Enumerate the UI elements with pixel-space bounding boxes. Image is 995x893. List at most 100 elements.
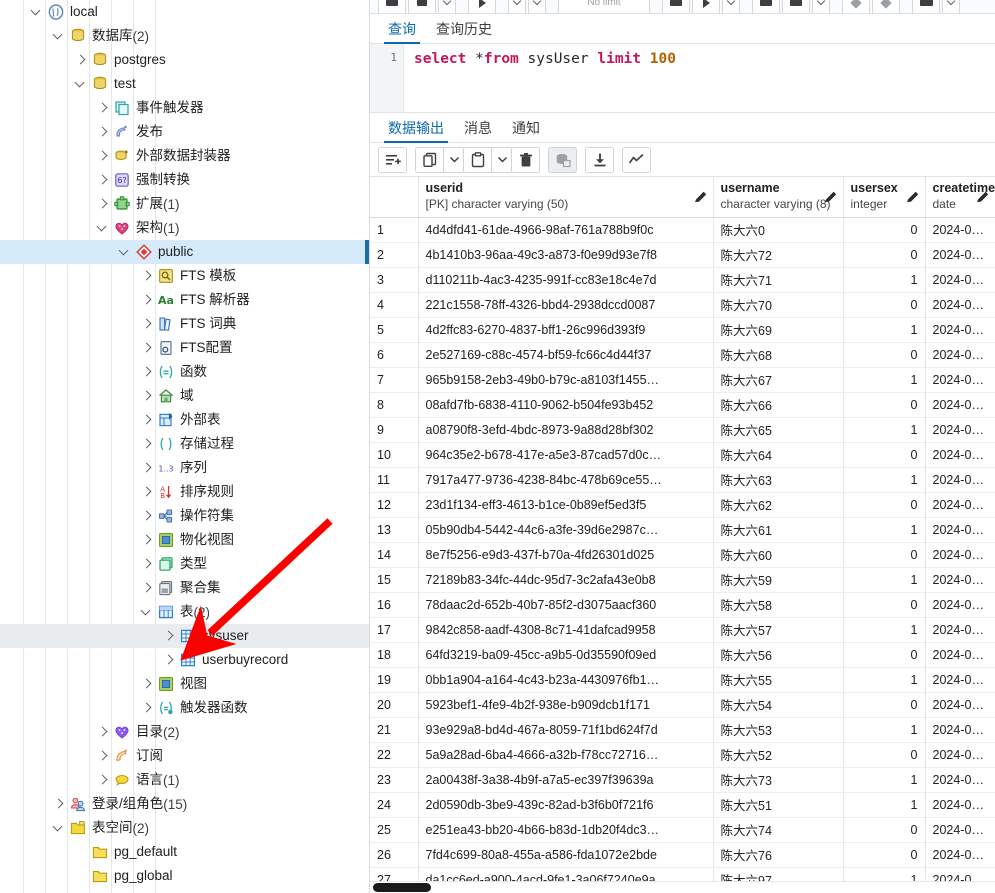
cell-createtime[interactable]: 2024-03-05 [925, 342, 995, 368]
cell-userid[interactable]: 5923bef1-4fe9-4b2f-938e-b909dcb1f171 [418, 692, 714, 718]
cell-usersex[interactable]: 0 [843, 842, 926, 868]
tree-node-test[interactable]: test [0, 72, 369, 96]
chevron-down-icon[interactable] [52, 29, 66, 43]
chevron-right-icon[interactable] [140, 461, 154, 475]
table-row[interactable]: 25 e251ea43-bb20-4b66-b83d-1db20f4dc3… 陈大六… [370, 817, 995, 843]
rollback-button[interactable] [872, 0, 900, 13]
row-number[interactable]: 23 [370, 767, 419, 793]
tree-node-物化视图[interactable]: 物化视图 [0, 528, 369, 552]
cell-username[interactable]: 陈大六52 [713, 742, 844, 768]
tree-node-外部表[interactable]: 外部表 [0, 408, 369, 432]
cell-createtime[interactable]: 2024-03-05 [925, 217, 995, 243]
query-tab-1[interactable]: 查询历史 [426, 14, 502, 43]
filter-dropdown[interactable] [508, 0, 526, 13]
table-row[interactable]: 3 d110211b-4ac3-4235-991f-cc83e18c4e7d 陈大六… [370, 267, 995, 293]
cell-username[interactable]: 陈大六59 [713, 567, 844, 593]
cell-usersex[interactable]: 1 [843, 267, 926, 293]
paste-button[interactable] [463, 146, 492, 173]
tree-node-userbuyrecord[interactable]: userbuyrecord [0, 648, 369, 672]
cell-createtime[interactable]: 2024-03-05 [925, 442, 995, 468]
cell-username[interactable]: 陈大六56 [713, 642, 844, 668]
row-number[interactable]: 10 [370, 442, 419, 468]
macros-button[interactable] [912, 0, 940, 13]
cell-userid[interactable]: 221c1558-78ff-4326-bbd4-2938dccd0087 [418, 292, 714, 318]
table-row[interactable]: 22 5a9a28ad-6ba4-4666-a32b-f78cc72716… 陈大六… [370, 742, 995, 768]
row-number[interactable]: 2 [370, 242, 419, 268]
cell-userid[interactable]: 72189b83-34fc-44dc-95d7-3c2afa43e0b8 [418, 567, 714, 593]
graph-visualiser-button[interactable] [622, 146, 651, 173]
row-number[interactable]: 21 [370, 717, 419, 743]
cell-username[interactable]: 陈大六67 [713, 367, 844, 393]
row-number[interactable]: 4 [370, 292, 419, 318]
tree-node-pg_default[interactable]: pg_default [0, 840, 369, 864]
chevron-right-icon[interactable] [96, 725, 110, 739]
cell-userid[interactable]: 23d1f134-eff3-4613-b1ce-0b89ef5ed3f5 [418, 492, 714, 518]
cell-createtime[interactable]: 2024-03-05 [925, 417, 995, 443]
cell-createtime[interactable]: 2024-03-05 [925, 242, 995, 268]
cell-usersex[interactable]: 1 [843, 367, 926, 393]
tree-node-public[interactable]: public [0, 240, 369, 264]
table-row[interactable]: 24 2d0590db-3be9-439c-82ad-b3f6b0f721f6 陈大… [370, 792, 995, 818]
tree-node-表空间[interactable]: 表空间 (2) [0, 816, 369, 840]
chevron-right-icon[interactable] [140, 533, 154, 547]
cell-username[interactable]: 陈大六76 [713, 842, 844, 868]
chevron-right-icon[interactable] [140, 557, 154, 571]
cell-usersex[interactable]: 0 [843, 242, 926, 268]
cell-createtime[interactable]: 2024-03-05 [925, 642, 995, 668]
tree-node-表[interactable]: 表 (2) [0, 600, 369, 624]
table-row[interactable]: 26 7fd4c699-80a8-455a-a586-fda1072e2bde 陈大… [370, 842, 995, 868]
cell-createtime[interactable]: 2024-03-05 [925, 817, 995, 843]
commit-button[interactable] [842, 0, 870, 13]
cell-usersex[interactable]: 1 [843, 667, 926, 693]
cell-userid[interactable]: 08afd7fb-6838-4110-9062-b504fe93b452 [418, 392, 714, 418]
cell-usersex[interactable]: 1 [843, 767, 926, 793]
cell-usersex[interactable]: 0 [843, 592, 926, 618]
row-number[interactable]: 12 [370, 492, 419, 518]
cell-userid[interactable]: 7fd4c699-80a8-455a-a586-fda1072e2bde [418, 842, 714, 868]
chevron-right-icon[interactable] [162, 629, 176, 643]
tree-node-事件触发器[interactable]: 事件触发器 [0, 96, 369, 120]
tree-node-sysuser[interactable]: sysuser [0, 624, 369, 648]
query-tabs[interactable]: 查询 查询历史 [370, 14, 995, 44]
tree-node-域[interactable]: 域 [0, 384, 369, 408]
chevron-down-icon[interactable] [140, 605, 154, 619]
tree-node-视图[interactable]: 视图 [0, 672, 369, 696]
chevron-right-icon[interactable] [140, 365, 154, 379]
cell-usersex[interactable]: 1 [843, 567, 926, 593]
cell-userid[interactable]: 4b1410b3-96aa-49c3-a873-f0e99d93e7f8 [418, 242, 714, 268]
chevron-right-icon[interactable] [140, 293, 154, 307]
query-tab-0[interactable]: 查询 [378, 14, 426, 44]
data-grid-toolbar[interactable] [370, 143, 995, 177]
tree-node-触发器函数[interactable]: 触发器函数 [0, 696, 369, 720]
output-tab-1[interactable]: 消息 [454, 113, 502, 142]
cell-createtime[interactable]: 2024-03-05 [925, 492, 995, 518]
output-tab-2[interactable]: 通知 [502, 113, 550, 142]
cell-usersex[interactable]: 1 [843, 317, 926, 343]
cell-createtime[interactable]: 2024-03-05 [925, 717, 995, 743]
table-row[interactable]: 6 2e527169-c88c-4574-bf59-fc66c4d44f37 陈大六… [370, 342, 995, 368]
tree-node-fts词典[interactable]: FTS 词典 [0, 312, 369, 336]
cell-username[interactable]: 陈大六53 [713, 717, 844, 743]
table-row[interactable]: 19 0bb1a904-a164-4c43-b23a-4430976fb1… 陈大六… [370, 667, 995, 693]
row-number[interactable]: 16 [370, 592, 419, 618]
chevron-right-icon[interactable] [140, 437, 154, 451]
cell-usersex[interactable]: 1 [843, 467, 926, 493]
cell-userid[interactable]: 2e527169-c88c-4574-bf59-fc66c4d44f37 [418, 342, 714, 368]
cell-userid[interactable]: 5a9a28ad-6ba4-4666-a32b-f78cc72716… [418, 742, 714, 768]
column-header-username[interactable]: username character varying (8) [713, 177, 844, 218]
row-number[interactable]: 14 [370, 542, 419, 568]
table-row[interactable]: 18 64fd3219-ba09-45cc-a9b5-0d35590f09ed 陈大… [370, 642, 995, 668]
cell-userid[interactable]: 0bb1a904-a164-4c43-b23a-4430976fb1… [418, 667, 714, 693]
row-number[interactable]: 11 [370, 467, 419, 493]
chevron-right-icon[interactable] [96, 773, 110, 787]
cell-createtime[interactable]: 2024-03-05 [925, 792, 995, 818]
column-header-usersex[interactable]: usersex integer [843, 177, 926, 218]
cell-createtime[interactable]: 2024-03-05 [925, 267, 995, 293]
cell-userid[interactable]: d110211b-4ac3-4235-991f-cc83e18c4e7d [418, 267, 714, 293]
cell-username[interactable]: 陈大六74 [713, 817, 844, 843]
cell-username[interactable]: 陈大六54 [713, 692, 844, 718]
cell-userid[interactable]: 4d2ffc83-6270-4837-bff1-26c996d393f9 [418, 317, 714, 343]
execute-dropdown[interactable] [722, 0, 740, 13]
table-row[interactable]: 8 08afd7fb-6838-4110-9062-b504fe93b452 陈大六… [370, 392, 995, 418]
chevron-right-icon[interactable] [140, 389, 154, 403]
